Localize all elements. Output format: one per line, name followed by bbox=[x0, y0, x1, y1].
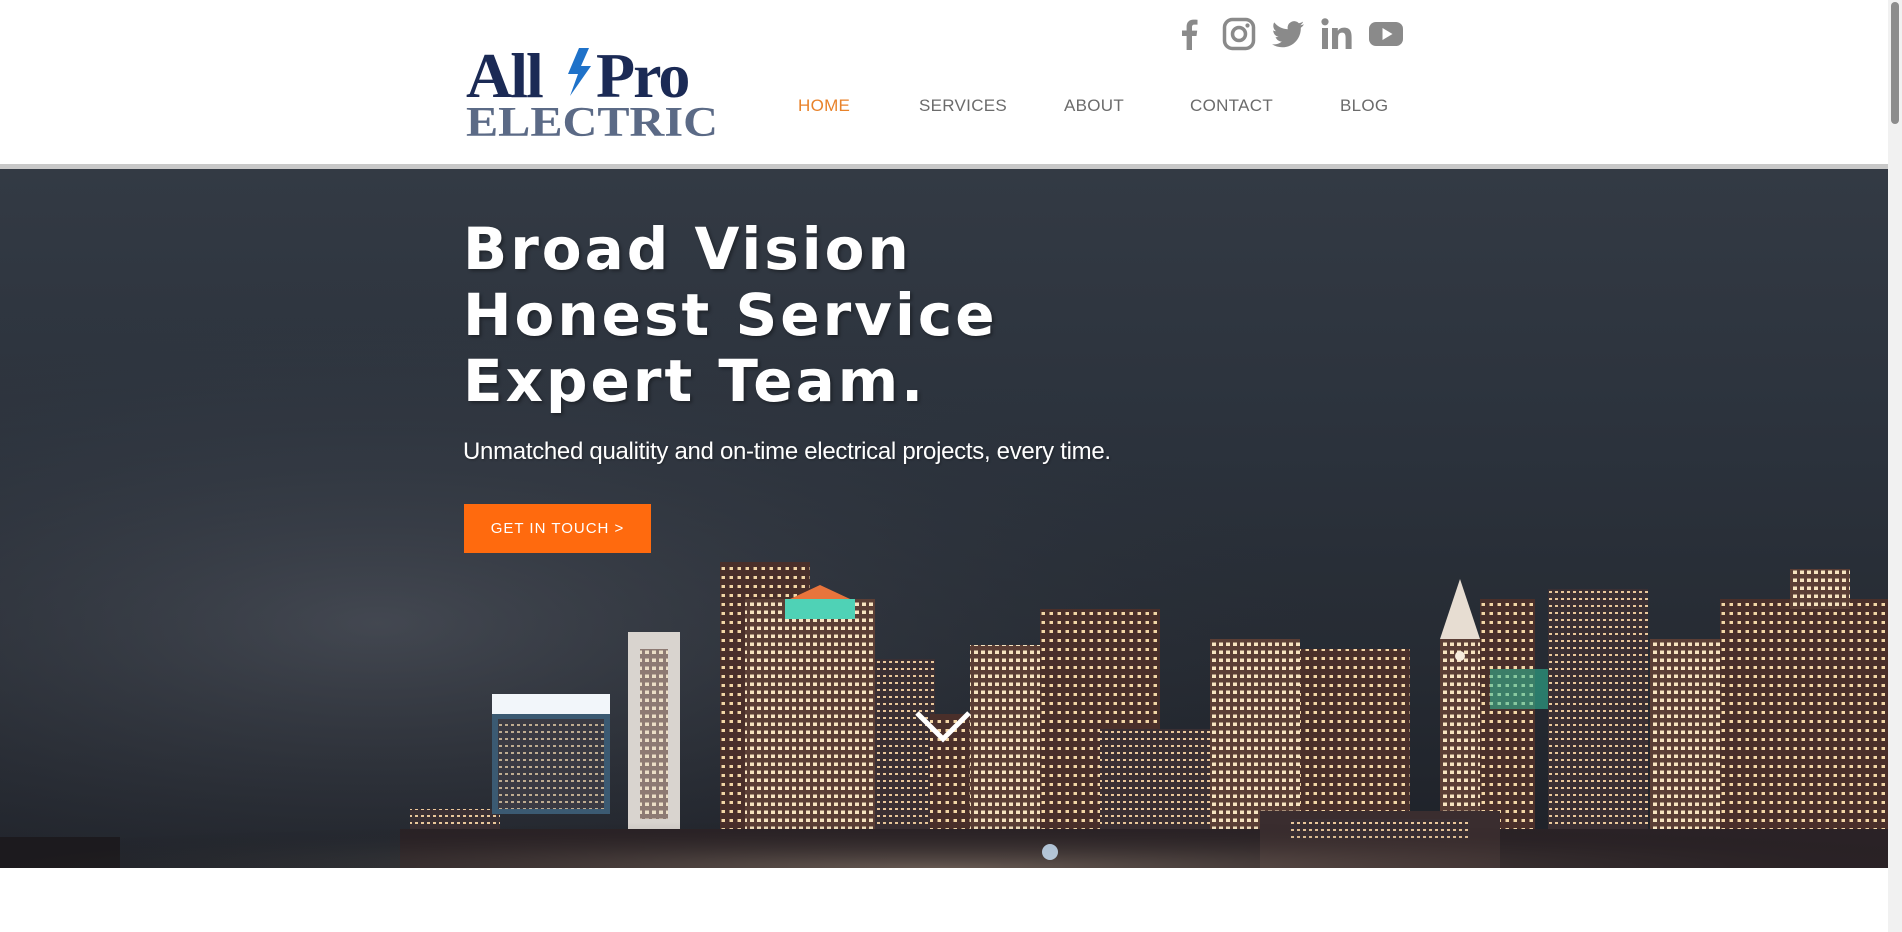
nav-item-contact[interactable]: CONTACT bbox=[1190, 96, 1273, 116]
page-scrollbar[interactable] bbox=[1888, 0, 1902, 932]
facebook-icon[interactable] bbox=[1172, 16, 1208, 52]
hero-title: Broad Vision Honest Service Expert Team. bbox=[463, 216, 998, 414]
hero-section: Broad Vision Honest Service Expert Team.… bbox=[0, 169, 1888, 868]
nav-item-home[interactable]: HOME bbox=[798, 96, 850, 116]
logo-text-electric: ELECTRIC bbox=[466, 100, 718, 140]
nav-item-services[interactable]: SERVICES bbox=[919, 96, 1007, 116]
hero-subtitle: Unmatched qualitity and on-time electric… bbox=[463, 438, 1111, 465]
hero-title-line-1: Broad Vision bbox=[463, 215, 912, 283]
chevron-down-icon[interactable] bbox=[914, 709, 972, 745]
scrollbar-thumb[interactable] bbox=[1891, 2, 1899, 124]
twitter-icon[interactable] bbox=[1270, 16, 1306, 52]
all-pro-electric-logo[interactable]: All Pro ELECTRIC bbox=[466, 40, 722, 140]
social-bar bbox=[1172, 16, 1404, 52]
linkedin-icon[interactable] bbox=[1319, 16, 1355, 52]
nav-item-blog[interactable]: BLOG bbox=[1340, 96, 1388, 116]
hero-title-line-2: Honest Service bbox=[463, 281, 998, 349]
hero-title-line-3: Expert Team. bbox=[463, 347, 927, 415]
site-header: All Pro ELECTRIC HOME SERVICES ABOUT CON… bbox=[0, 0, 1888, 164]
nav-item-about[interactable]: ABOUT bbox=[1064, 96, 1124, 116]
youtube-icon[interactable] bbox=[1368, 16, 1404, 52]
get-in-touch-button[interactable]: GET IN TOUCH > bbox=[464, 504, 651, 553]
lightning-bolt-icon bbox=[568, 48, 591, 96]
instagram-icon[interactable] bbox=[1221, 16, 1257, 52]
